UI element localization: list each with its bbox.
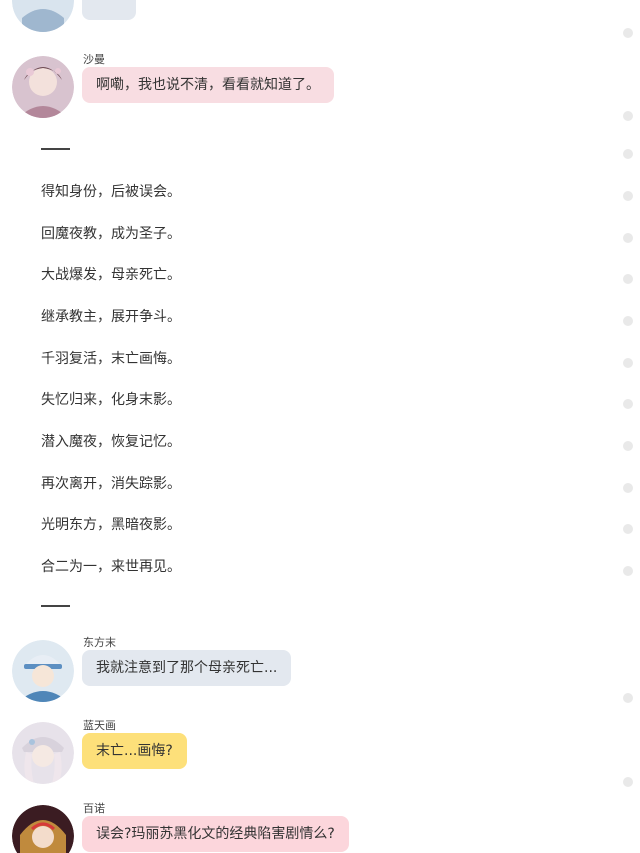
story-line: 合二为一，来世再见。 [41, 559, 181, 575]
dot [623, 274, 633, 284]
sender-name: 东方末 [83, 636, 116, 649]
chat-screen: 沙曼 啊嘞，我也说不清，看看就知道了。 得知身份，后被误会。 回魔夜教，成为圣子… [0, 0, 640, 853]
dot [623, 28, 633, 38]
scroll-indicator [623, 0, 635, 853]
dot [623, 399, 633, 409]
sender-name: 沙曼 [83, 53, 105, 66]
avatar-shaman[interactable] [12, 56, 74, 118]
divider-bottom [41, 605, 70, 607]
story-line: 得知身份，后被误会。 [41, 184, 181, 200]
dot [623, 524, 633, 534]
dot [623, 233, 633, 243]
dot [623, 191, 633, 201]
dot [623, 316, 633, 326]
dot [623, 777, 633, 787]
dot [623, 149, 633, 159]
avatar-lantianhua[interactable] [12, 722, 74, 784]
story-line: 再次离开，消失踪影。 [41, 476, 181, 492]
dot [623, 111, 633, 121]
sender-name: 蓝天画 [83, 719, 116, 732]
dot [623, 358, 633, 368]
dot [623, 693, 633, 703]
avatar-dongfangmo[interactable] [12, 640, 74, 702]
chat-bubble: 啊嘞，我也说不清，看看就知道了。 [82, 67, 334, 103]
avatar-top-cropped[interactable] [12, 0, 74, 32]
divider-top [41, 148, 70, 150]
sender-name: 百诺 [83, 802, 105, 815]
story-line: 潜入魔夜，恢复记忆。 [41, 434, 181, 450]
avatar-bainuo[interactable] [12, 805, 74, 853]
story-line: 回魔夜教，成为圣子。 [41, 226, 181, 242]
story-line: 大战爆发，母亲死亡。 [41, 267, 181, 283]
dot [623, 441, 633, 451]
chat-bubble-cropped [82, 0, 136, 20]
story-line: 失忆归来，化身末影。 [41, 392, 181, 408]
dot [623, 483, 633, 493]
chat-bubble: 我就注意到了那个母亲死亡... [82, 650, 292, 686]
chat-bubble: 末亡...画悔? [82, 733, 187, 769]
chat-bubble: 误会?玛丽苏黑化文的经典陷害剧情么? [82, 816, 349, 852]
story-line: 千羽复活，末亡画悔。 [41, 351, 181, 367]
story-line: 光明东方，黑暗夜影。 [41, 517, 181, 533]
story-line: 继承教主，展开争斗。 [41, 309, 181, 325]
dot [623, 566, 633, 576]
